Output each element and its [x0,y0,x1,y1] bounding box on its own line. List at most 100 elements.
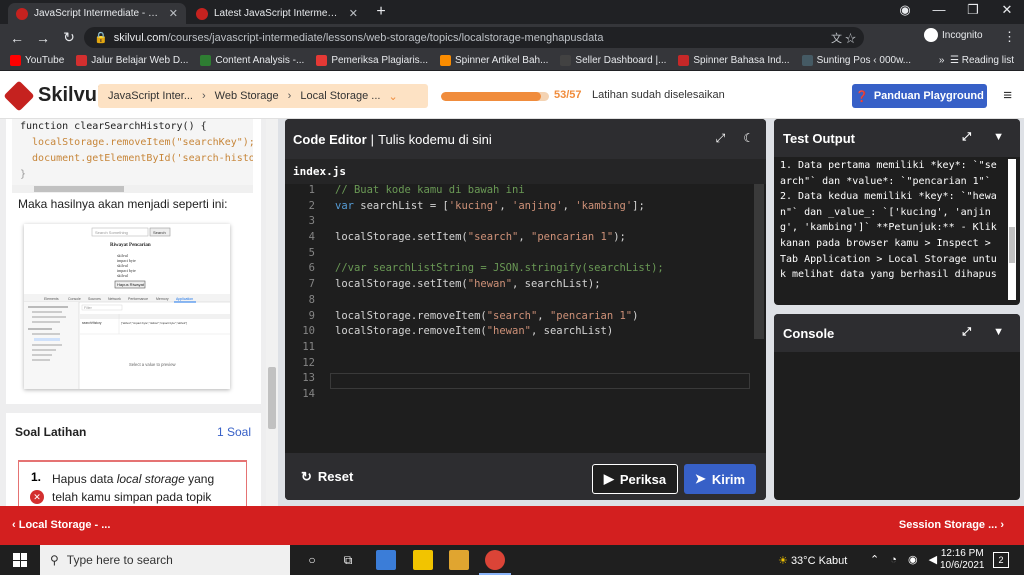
bookmark-star-icon[interactable]: 文 ☆ [831,30,856,46]
restore-icon[interactable]: ❐ [958,2,988,18]
figure-devtools-tab: Sources [88,297,101,301]
editor-vertical-scrollbar[interactable] [754,184,764,339]
previous-lesson-link[interactable]: ‹ Local Storage - ... [12,519,110,531]
reset-button[interactable]: ↻ Reset [301,469,353,485]
new-tab-button[interactable]: + [372,3,390,21]
browser-menu-icon[interactable]: ⋮ [1003,29,1016,45]
file-app-icon[interactable] [376,550,396,570]
chevron-down-icon[interactable]: ⌄ [388,90,397,103]
figure-devtools-tab: Memory [156,297,169,301]
bookmark-item[interactable]: Content Analysis -... [200,55,304,66]
app-header: Skilvul JavaScript Inter... › Web Storag… [0,71,1024,119]
system-tray-icons[interactable]: ⌃ ◔ ◉ ◀ [870,553,941,566]
editor-code-area[interactable]: 1 2 3 4 5 6 7 8 9 10 11 12 13 14 // Buat… [285,184,766,453]
editor-footer: ↻ Reset ▶ Periksa ➤ Kirim [285,453,766,500]
exercise-title: Soal Latihan [15,425,87,439]
bookmark-item[interactable]: Pemeriksa Plagiaris... [316,55,428,66]
code-line: localStorage.removeItem("hewan", searchL… [335,325,614,338]
title-divider: | [370,131,375,147]
incognito-indicator[interactable]: Incognito [924,28,983,42]
chevron-down-icon[interactable]: ▼ [993,131,1004,144]
weather-widget[interactable]: ☀ 33°C Kabut [778,554,847,567]
breadcrumb-course[interactable]: JavaScript Inter... [108,90,193,102]
chevron-down-icon[interactable]: ▼ [993,326,1004,339]
back-arrow-icon[interactable]: ← [4,30,30,46]
figure-history-title: Riwayat Pencarian [110,243,151,248]
bookmark-item[interactable]: Spinner Artikel Bah... [440,55,548,66]
figure-devtools-tab-active: Application [176,297,193,301]
cortana-icon[interactable]: ○ [302,550,322,570]
browser-tab-active[interactable]: JavaScript Intermediate - Web St ✕ [8,3,186,24]
window-close-icon[interactable]: ✕ [992,2,1022,18]
close-icon[interactable]: ✕ [163,7,178,20]
code-line: function clearSearchHistory() { [20,121,207,132]
code-line: // Buat kode kamu di bawah ini [335,184,525,196]
expand-icon[interactable]: ⤢ [962,326,971,339]
plagiarism-icon [316,55,328,66]
bookmark-item[interactable]: Seller Dashboard |... [560,55,666,66]
code-horizontal-scrollbar[interactable] [12,185,253,193]
exercise-text: Hapus data local storage yang telah kamu… [52,472,215,504]
windows-start-icon[interactable] [13,553,27,567]
sticky-notes-icon[interactable] [413,550,433,570]
task-view-icon[interactable]: ⧉ [338,550,358,570]
chrome-icon[interactable] [485,550,505,570]
code-lines: // Buat kode kamu di bawah ini var searc… [335,184,664,341]
close-icon[interactable]: ✕ [343,7,358,20]
check-button[interactable]: ▶ Periksa [592,464,678,494]
line-number: 7 [308,278,315,291]
reading-list-icon: ☰ [949,55,959,66]
address-bar[interactable]: 🔒 skilvul.com/courses/javascript-interme… [84,27,864,48]
file-explorer-icon[interactable] [449,550,469,570]
line-number-gutter: 1 2 3 4 5 6 7 8 9 10 11 12 13 14 [285,184,325,453]
incognito-icon [924,28,938,42]
bookmark-item[interactable]: Jalur Belajar Web D... [76,55,188,66]
minimize-icon[interactable]: — [924,2,954,17]
breadcrumb-lesson[interactable]: Web Storage [215,90,279,102]
youtube-icon [10,55,21,66]
submit-button[interactable]: ➤ Kirim [684,464,756,494]
figure-search-button: Search [153,230,166,235]
bookmark-item[interactable]: Spinner Bahasa Ind... [678,55,790,66]
progress-count: 53/57 [554,89,582,101]
playground-guide-button[interactable]: ❓ Panduan Playground [852,84,987,108]
clock-time: 12:16 PM [940,548,984,559]
lock-icon: 🔒 [94,32,108,44]
skilvul-icon [76,55,88,66]
next-lesson-link[interactable]: Session Storage ... › [899,519,1004,531]
chevron-right-icon: › [287,90,292,102]
console-title: Console [783,325,835,341]
skilvul-logo[interactable]: Skilvul [3,79,102,112]
line-number: 6 [308,262,315,275]
test-output-scrollbar[interactable] [1008,159,1016,300]
exercise-item[interactable]: 1. ✕ Hapus data local storage yang telah… [18,460,247,506]
hamburger-menu-icon[interactable]: ≡ [1003,87,1012,104]
expand-icon[interactable]: ⤢ [962,131,971,144]
url-path: /courses/javascript-intermediate/lessons… [167,31,604,44]
notification-icon[interactable]: 2 [993,552,1009,568]
lesson-content: function clearSearchHistory() { localSto… [6,119,261,404]
reload-icon[interactable]: ↻ [56,29,82,46]
bookmark-item[interactable]: YouTube [10,55,64,66]
send-icon: ➤ [694,471,706,486]
lesson-scrollbar[interactable] [266,119,278,506]
editor-header: Code Editor | Tulis kodemu di sini ⤢ ☾ [285,119,766,159]
guide-label: Panduan Playground [873,90,984,102]
forward-arrow-icon[interactable]: → [30,30,56,46]
code-editor: Code Editor | Tulis kodemu di sini ⤢ ☾ i… [285,119,766,500]
tab-search-icon[interactable]: ◉ [890,2,920,18]
file-tab[interactable]: index.js [285,159,766,184]
bookmarks-more-icon[interactable]: » [939,55,945,66]
sun-icon: ☀ [778,555,788,567]
breadcrumb-topic[interactable]: Local Storage ... [300,90,380,102]
expand-icon[interactable]: ⤢ [716,131,726,146]
line-number: 3 [308,215,315,228]
reading-list-button[interactable]: » ☰ Reading list [939,55,1014,66]
taskbar-search[interactable]: ⚲ Type here to search [40,545,290,575]
line-number: 5 [308,246,315,259]
browser-tab[interactable]: Latest JavaScript Intermediate to ✕ [188,3,366,24]
bookmark-item[interactable]: Sunting Pos ‹ 000w... [801,55,911,66]
seller-dashboard-icon [560,55,572,66]
taskbar-clock[interactable]: 12:16 PM 10/6/2021 [940,548,985,572]
dark-mode-moon-icon[interactable]: ☾ [743,131,754,146]
